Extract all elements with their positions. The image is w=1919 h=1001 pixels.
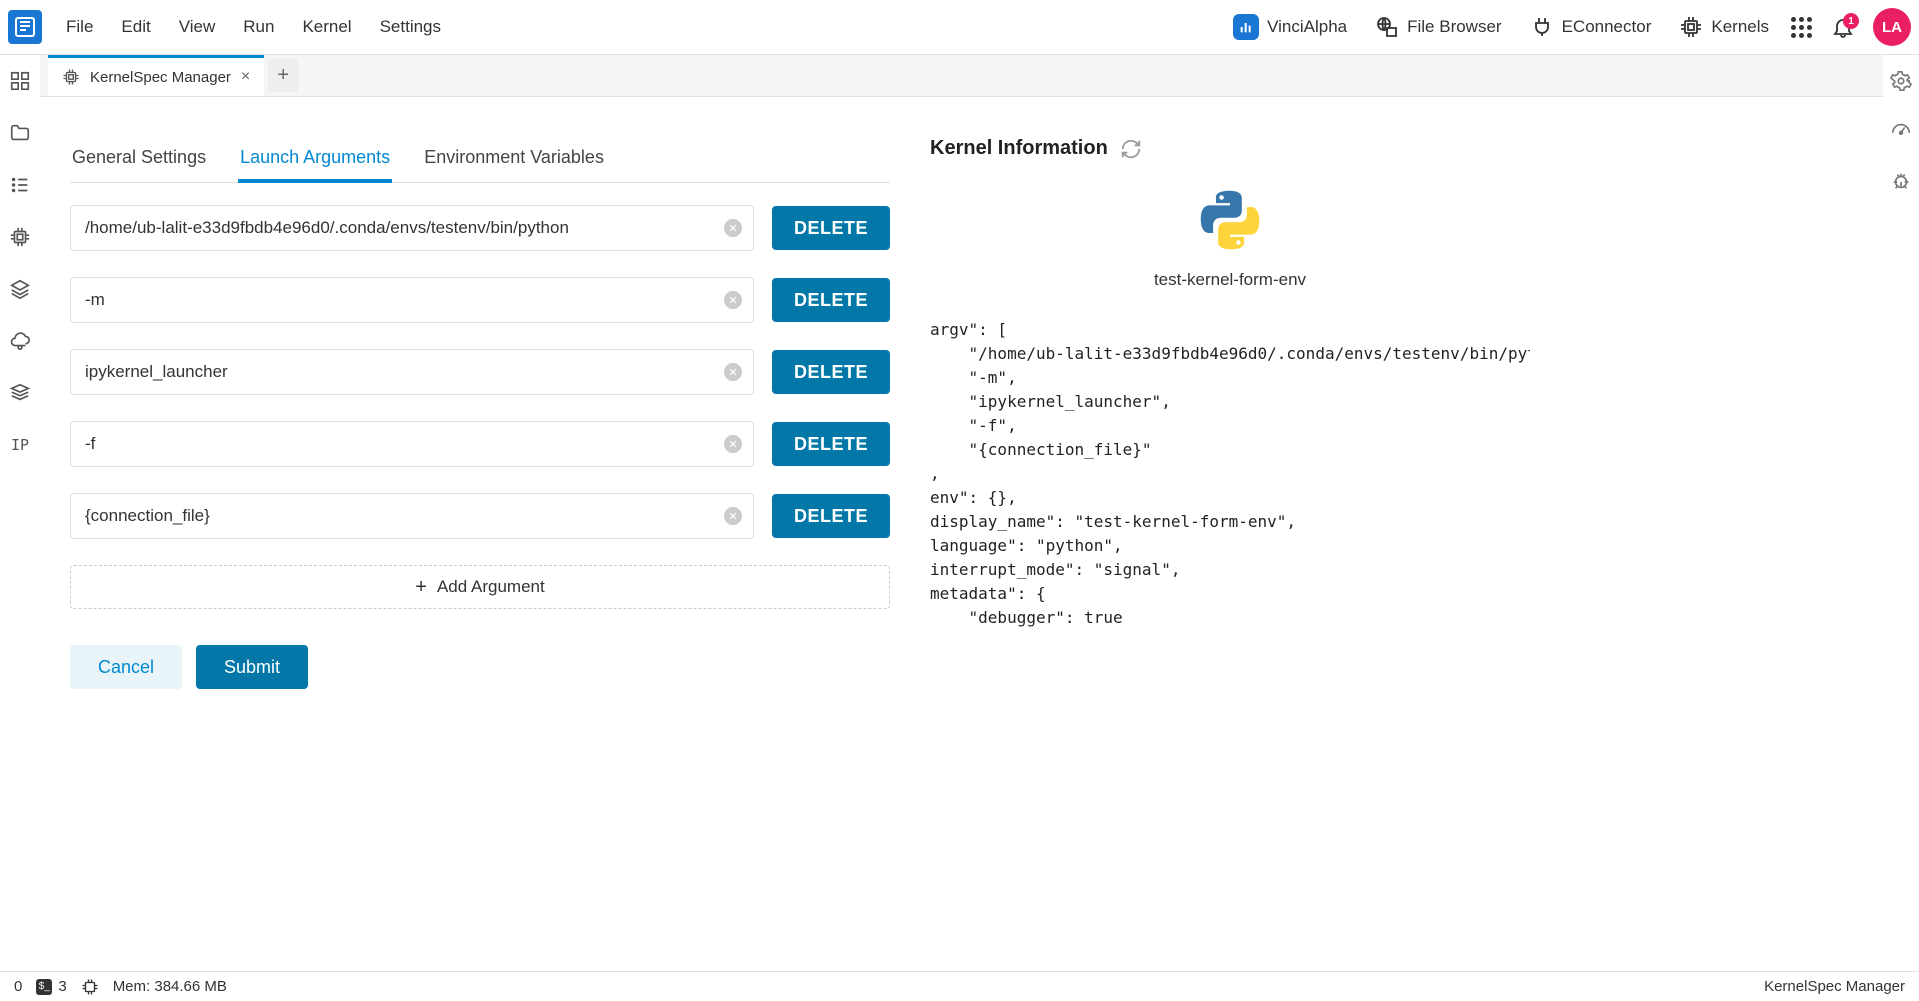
tool-label: Kernels [1711,17,1769,37]
tab-bar: KernelSpec Manager × + [40,55,1883,97]
status-zero[interactable]: 0 [14,978,22,995]
tool-label: EConnector [1562,17,1652,37]
left-rail: IP [0,55,40,971]
app-launcher-icon[interactable] [1789,15,1813,39]
tool-label: File Browser [1407,17,1501,37]
argument-row: ✕ DELETE [70,493,890,539]
add-argument-label: Add Argument [437,577,545,597]
refresh-icon[interactable] [1120,138,1142,160]
bug-icon[interactable] [1889,169,1913,193]
ip-label-icon[interactable]: IP [8,433,32,457]
kernel-json: argv": [ "/home/ub-lalit-e33d9fbdb4e96d0… [930,318,1530,630]
form-tabs: General Settings Launch Arguments Enviro… [70,137,890,183]
kernel-name: test-kernel-form-env [930,270,1530,290]
argument-list: ✕ DELETE ✕ DELETE ✕ [70,205,890,539]
menu-file[interactable]: File [54,11,105,43]
menu-settings[interactable]: Settings [368,11,453,43]
top-menu-bar: File Edit View Run Kernel Settings Vinci… [0,0,1919,55]
gear-icon[interactable] [1889,69,1913,93]
argument-input[interactable] [70,421,754,467]
chip-icon [62,68,80,86]
tool-file-browser[interactable]: File Browser [1375,15,1501,39]
chip-icon [1679,15,1703,39]
notification-badge: 1 [1843,13,1859,29]
tool-label: VinciAlpha [1267,17,1347,37]
stack-icon[interactable] [8,381,32,405]
argument-row: ✕ DELETE [70,349,890,395]
status-terminal[interactable]: $_ 3 [36,978,66,995]
menu-view[interactable]: View [167,11,228,43]
folder-icon[interactable] [8,121,32,145]
layers-icon[interactable] [8,277,32,301]
list-icon[interactable] [8,173,32,197]
launch-args-panel: General Settings Launch Arguments Enviro… [70,137,890,951]
tab-general-settings[interactable]: General Settings [70,137,208,182]
notifications-icon[interactable]: 1 [1831,15,1855,39]
terminal-icon: $_ [36,979,52,995]
kernel-info-panel: Kernel Information test-kernel-form-env … [930,137,1530,951]
delete-button[interactable]: DELETE [772,494,890,538]
cloud-icon[interactable] [8,329,32,353]
menu-kernel[interactable]: Kernel [290,11,363,43]
add-tab-button[interactable]: + [268,59,298,92]
action-buttons: Cancel Submit [70,645,890,689]
gauge-icon[interactable] [1889,119,1913,143]
status-right-label: KernelSpec Manager [1764,978,1905,995]
argument-input[interactable] [70,277,754,323]
close-icon[interactable]: × [241,68,250,86]
status-bar: 0 $_ 3 Mem: 384.66 MB KernelSpec Manager [0,971,1919,1001]
argument-input[interactable] [70,205,754,251]
status-memory: Mem: 384.66 MB [113,978,227,995]
clear-icon[interactable]: ✕ [724,219,742,237]
python-logo-icon [930,184,1530,256]
tool-vincialpha[interactable]: VinciAlpha [1233,14,1347,40]
submit-button[interactable]: Submit [196,645,308,689]
tool-econnector[interactable]: EConnector [1530,15,1652,39]
argument-input[interactable] [70,349,754,395]
dashboard-icon[interactable] [8,69,32,93]
argument-row: ✕ DELETE [70,205,890,251]
chip-icon[interactable] [8,225,32,249]
plug-icon [1530,15,1554,39]
right-rail [1883,55,1919,971]
delete-button[interactable]: DELETE [772,206,890,250]
top-right-controls: 1 LA [1789,8,1911,46]
argument-row: ✕ DELETE [70,421,890,467]
tab-kernelspec-manager[interactable]: KernelSpec Manager × [48,55,264,96]
tab-launch-arguments[interactable]: Launch Arguments [238,137,392,182]
menu-run[interactable]: Run [231,11,286,43]
status-kernel-icon[interactable] [81,978,99,996]
chart-icon [1233,14,1259,40]
globe-folder-icon [1375,15,1399,39]
menu-edit[interactable]: Edit [109,11,162,43]
argument-row: ✕ DELETE [70,277,890,323]
plus-icon: + [415,576,427,599]
tab-environment-variables[interactable]: Environment Variables [422,137,606,182]
top-tools: VinciAlpha File Browser EConnector Kerne… [1233,14,1769,40]
clear-icon[interactable]: ✕ [724,363,742,381]
avatar[interactable]: LA [1873,8,1911,46]
delete-button[interactable]: DELETE [772,278,890,322]
tool-kernels[interactable]: Kernels [1679,15,1769,39]
kernel-info-title: Kernel Information [930,137,1108,160]
add-argument-button[interactable]: + Add Argument [70,565,890,609]
menu-items: File Edit View Run Kernel Settings [54,11,453,43]
cancel-button[interactable]: Cancel [70,645,182,689]
tab-title: KernelSpec Manager [90,69,231,86]
delete-button[interactable]: DELETE [772,422,890,466]
delete-button[interactable]: DELETE [772,350,890,394]
clear-icon[interactable]: ✕ [724,435,742,453]
app-logo[interactable] [8,10,42,44]
clear-icon[interactable]: ✕ [724,507,742,525]
clear-icon[interactable]: ✕ [724,291,742,309]
terminal-count: 3 [58,978,66,995]
argument-input[interactable] [70,493,754,539]
